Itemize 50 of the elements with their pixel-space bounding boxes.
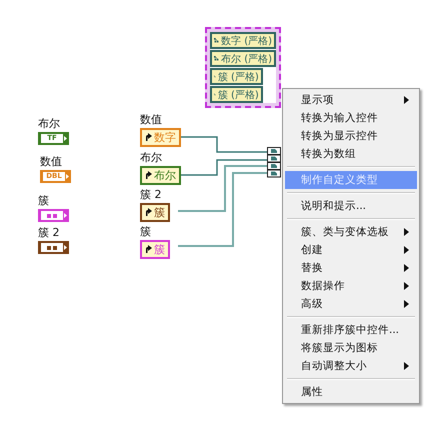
menu-item[interactable]: 自动调整大小 [285,357,417,375]
output-arrow-icon [64,213,67,218]
menu-item[interactable]: 创建 [285,241,417,259]
submenu-arrow-icon [404,282,409,290]
reference-label: 数值 [140,113,162,126]
control-reference[interactable]: 簇 [140,203,170,222]
menu-item[interactable]: 替换 [285,259,417,277]
submenu-arrow-icon [404,228,409,236]
reference-label: 布尔 [140,151,162,164]
reference-icon [145,208,152,217]
terminal-label: 布尔 [38,117,60,130]
control-reference[interactable]: 簇 [140,240,170,259]
bundle-inputs-icon [267,147,281,178]
control-reference[interactable]: 布尔 [140,166,181,185]
bundle-element[interactable]: 布尔 (严格) [210,50,276,67]
terminal-label: 簇 [38,194,49,207]
menu-item[interactable]: 转换为输入控件 [285,109,417,127]
submenu-arrow-icon [404,96,409,104]
menu-item[interactable]: 显示项 [285,91,417,109]
output-arrow-icon [64,245,67,250]
reference-label: 簇 2 [140,188,162,201]
terminal[interactable] [38,241,69,254]
bundle-element[interactable]: 簇 (严格) [210,68,263,85]
submenu-arrow-icon [404,362,409,370]
menu-item[interactable]: 转换为显示控件 [285,127,417,145]
menu-item[interactable]: 将簇显示为图标 [285,339,417,357]
submenu-arrow-icon [404,300,409,308]
cluster-glyph-icon [47,246,57,250]
terminal-label: 数值 [40,155,62,168]
menu-item[interactable]: 高级 [285,295,417,313]
bundle-element[interactable]: 数字 (严格) [210,32,276,49]
menu-item[interactable]: 数据操作 [285,277,417,295]
output-arrow-icon [64,136,67,141]
menu-item[interactable]: 转换为数组 [285,145,417,163]
output-arrow-icon [66,174,69,179]
bundle-element[interactable]: 簇 (严格) [210,86,263,103]
reference-label: 簇 [140,225,151,238]
menu-item[interactable]: 簇、类与变体选板 [285,223,417,241]
reference-icon [145,245,152,254]
menu-item[interactable]: 属性 [285,383,417,401]
cluster-glyph-icon [47,214,57,218]
menu-item[interactable]: 重新排序簇中控件... [285,321,417,339]
submenu-arrow-icon [404,246,409,254]
bundle-node[interactable]: 数字 (严格) 布尔 (严格) 簇 (严格) 簇 (严格) [205,27,281,108]
menu-item[interactable]: 说明和提示... [285,197,417,215]
reference-icon [145,171,152,180]
terminal[interactable] [38,209,69,222]
terminal-label: 簇 2 [38,226,60,239]
submenu-arrow-icon [404,264,409,272]
reference-icon [145,133,152,142]
